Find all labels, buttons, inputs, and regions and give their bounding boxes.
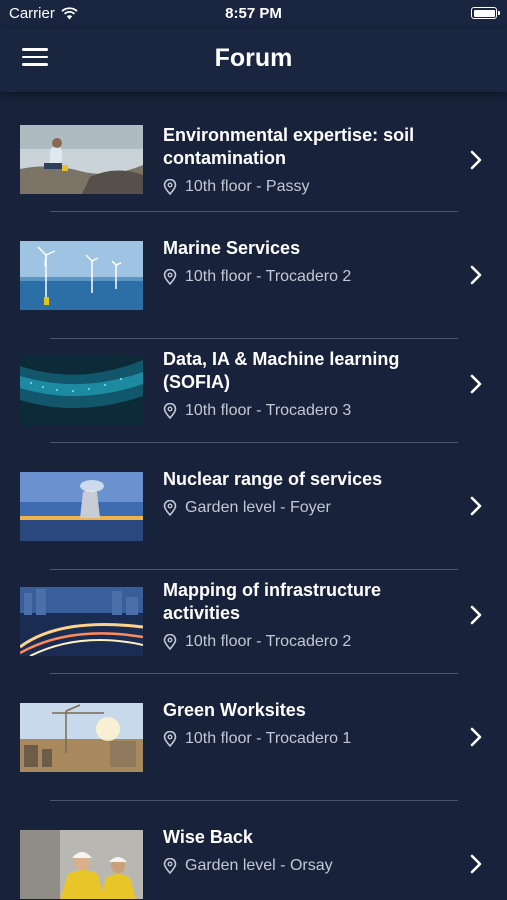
forum-item-title: Environmental expertise: soil contaminat… (163, 125, 415, 168)
forum-item-thumbnail (20, 356, 143, 425)
location-pin-icon (163, 731, 177, 747)
status-time: 8:57 PM (225, 5, 282, 22)
forum-item-title: Nuclear range of services (163, 469, 383, 489)
forum-item-title: Green Worksites (163, 700, 306, 720)
forum-item[interactable]: Wise Back Garden level - Orsay (0, 801, 507, 900)
forum-item[interactable]: Nuclear range of services Garden level -… (0, 443, 507, 570)
forum-item-location: 10th floor - Trocadero 2 (163, 268, 351, 286)
forum-item-location: 10th floor - Trocadero 3 (163, 402, 351, 420)
battery-icon (471, 7, 500, 19)
forum-item-thumbnail (20, 830, 143, 899)
location-pin-icon (163, 403, 177, 419)
forum-item-title: Marine Services (163, 238, 301, 258)
forum-item-location: 10th floor - Passy (163, 178, 310, 196)
forum-item-location-label: 10th floor - Trocadero 3 (185, 402, 352, 419)
chevron-right-icon (470, 265, 482, 285)
forum-item-thumbnail (20, 241, 143, 310)
location-pin-icon (163, 269, 177, 285)
forum-item-thumbnail (20, 703, 143, 772)
forum-item-title: Mapping of infrastructure activities (163, 580, 382, 623)
forum-item-location-label: Garden level - Orsay (185, 857, 333, 874)
forum-item-location: 10th floor - Trocadero 2 (163, 633, 351, 651)
navigation-bar: Forum (0, 28, 507, 92)
forum-item-location-label: 10th floor - Trocadero 1 (185, 730, 352, 747)
forum-item-thumbnail (20, 587, 143, 656)
forum-item[interactable]: Marine Services 10th floor - Trocadero 2 (0, 212, 507, 339)
forum-item[interactable]: Mapping of infrastructure activities 10t… (0, 570, 507, 674)
forum-item[interactable]: Green Worksites 10th floor - Trocadero 1 (0, 674, 507, 801)
forum-item-location-label: Garden level - Foyer (185, 499, 331, 516)
forum-item-location-label: 10th floor - Trocadero 2 (185, 633, 352, 650)
location-pin-icon (163, 500, 177, 516)
chevron-right-icon (470, 727, 482, 747)
status-bar: Carrier 8:57 PM (0, 0, 507, 28)
forum-item-thumbnail (20, 472, 143, 541)
forum-item-location: Garden level - Orsay (163, 857, 333, 875)
forum-item-location-label: 10th floor - Passy (185, 178, 310, 195)
forum-item[interactable]: Data, IA & Machine learning (SOFIA) 10th… (0, 339, 507, 443)
location-pin-icon (163, 179, 177, 195)
location-pin-icon (163, 634, 177, 650)
forum-item-location: Garden level - Foyer (163, 499, 331, 517)
page-title: Forum (214, 44, 293, 72)
forum-item-thumbnail (20, 125, 143, 194)
chevron-right-icon (470, 150, 482, 170)
forum-item-title: Wise Back (163, 827, 253, 847)
forum-item-location: 10th floor - Trocadero 1 (163, 730, 351, 748)
location-pin-icon (163, 858, 177, 874)
forum-item-location-label: 10th floor - Trocadero 2 (185, 268, 352, 285)
chevron-right-icon (470, 374, 482, 394)
forum-item-title: Data, IA & Machine learning (SOFIA) (163, 349, 400, 392)
forum-item[interactable]: Environmental expertise: soil contaminat… (0, 92, 507, 212)
chevron-right-icon (470, 496, 482, 516)
chevron-right-icon (470, 854, 482, 874)
chevron-right-icon (470, 605, 482, 625)
